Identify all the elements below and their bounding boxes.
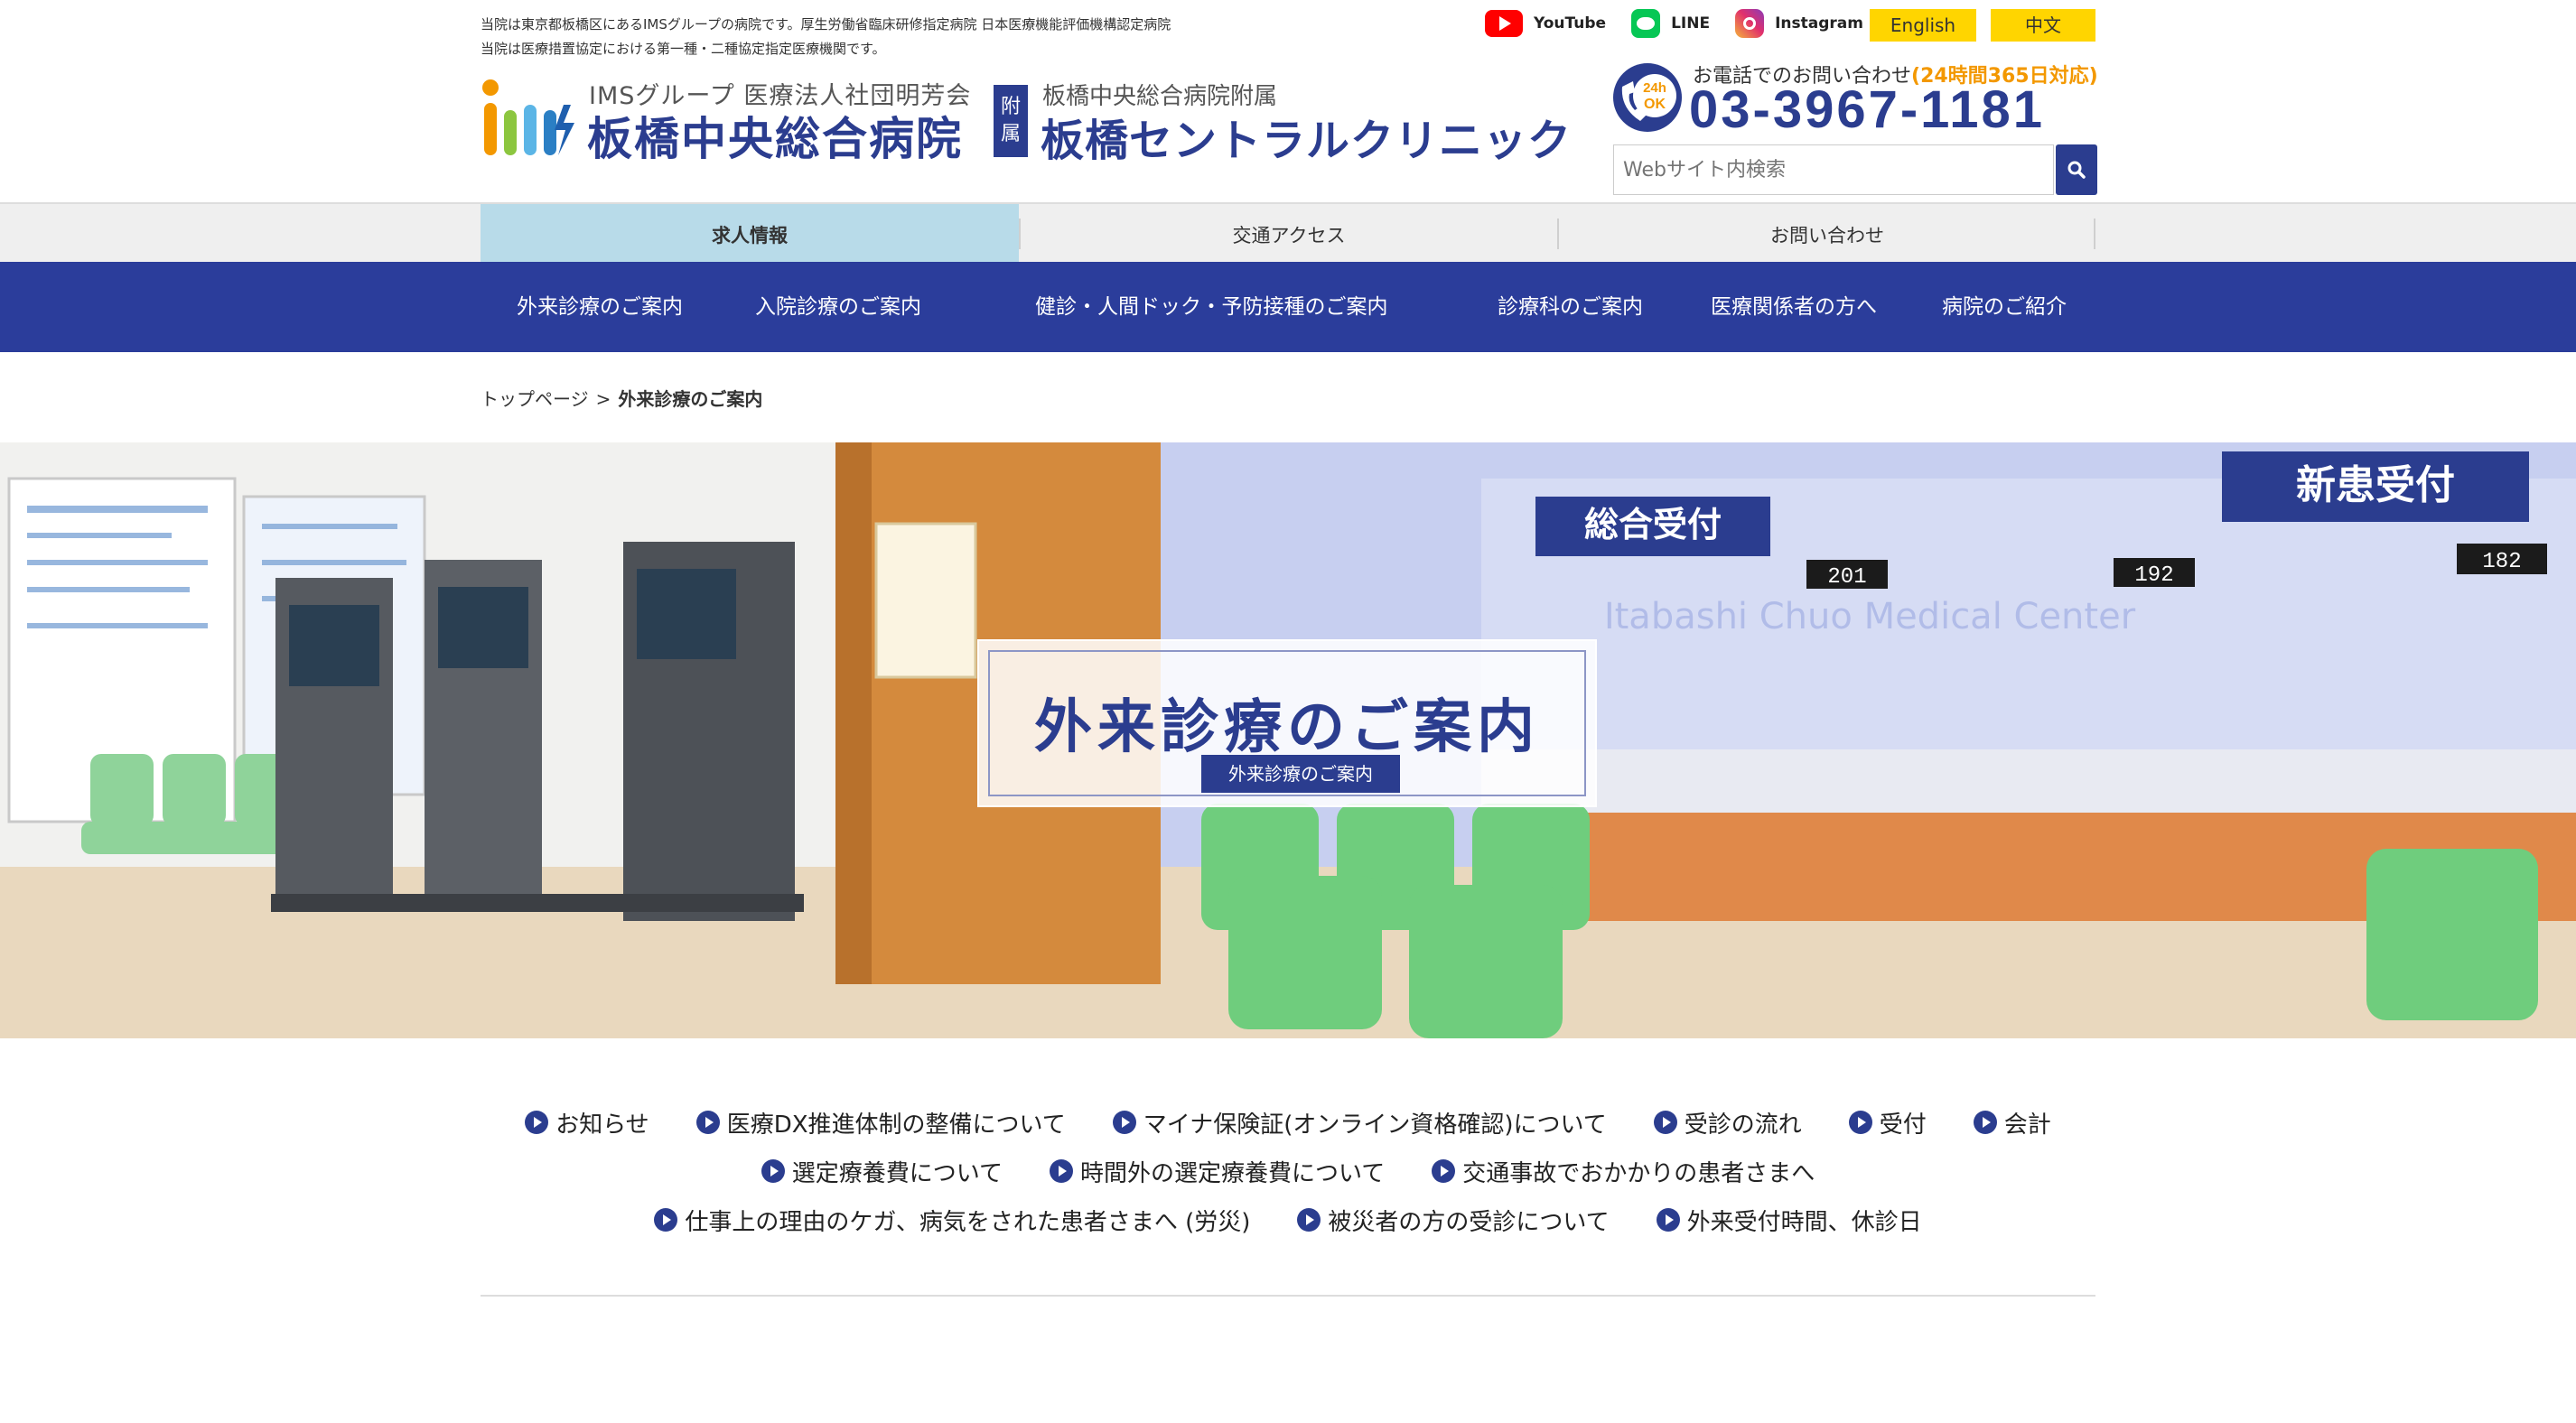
arrow-circle-icon xyxy=(761,1159,785,1183)
anchor-link-label: お知らせ xyxy=(555,1111,649,1139)
anchor-link-after-hours-fee[interactable]: 時間外の選定療養費について xyxy=(1049,1155,1386,1188)
hero-title-frame: 外来診療のご案内 外来診療のご案内 xyxy=(988,650,1586,796)
arrow-circle-icon xyxy=(1297,1208,1321,1232)
anchor-links-row-2: 選定療養費について 時間外の選定療養費について 交通事故でおかかりの患者さまへ xyxy=(481,1147,2095,1195)
arrow-circle-icon xyxy=(525,1111,549,1134)
line-icon xyxy=(1631,9,1661,38)
arrow-circle-icon xyxy=(1653,1111,1677,1134)
anchor-link-label: 受付 xyxy=(1879,1111,1927,1139)
page-title: 外来診療のご案内 xyxy=(1034,694,1540,761)
hero-counter-3: 182 xyxy=(2482,550,2521,574)
instagram-label: Instagram xyxy=(1775,14,1863,33)
breadcrumb-home-link[interactable]: トップページ xyxy=(481,388,589,410)
youtube-link[interactable]: YouTube xyxy=(1485,10,1606,37)
gnav-item-checkup[interactable]: 健診・人間ドック・予防接種のご案内 xyxy=(1035,262,1388,352)
phone-badge-top: 24h xyxy=(1643,80,1666,96)
anchor-link-workers-comp[interactable]: 仕事上の理由のケガ、病気をされた患者さまへ (労災) xyxy=(654,1204,1250,1237)
anchor-link-reception[interactable]: 受付 xyxy=(1848,1106,1927,1139)
arrow-circle-icon xyxy=(1656,1208,1680,1232)
anchor-link-label: 仕事上の理由のケガ、病気をされた患者さまへ (労災) xyxy=(685,1208,1251,1236)
anchor-link-medical-dx[interactable]: 医療DX推進体制の整備について xyxy=(695,1106,1066,1139)
instagram-icon xyxy=(1735,9,1765,38)
anchor-link-payment[interactable]: 会計 xyxy=(1973,1106,2051,1139)
breadcrumb: トップページ > 外来診療のご案内 xyxy=(481,385,762,411)
search-icon xyxy=(2067,161,2086,179)
anchor-link-my-number-card[interactable]: マイナ保険証(オンライン資格確認)について xyxy=(1112,1106,1607,1139)
anchor-link-label: 選定療養費について xyxy=(791,1159,1003,1187)
arrow-circle-icon xyxy=(654,1208,678,1232)
lang-english-button[interactable]: English xyxy=(1870,9,1976,42)
anchor-links-row-3: 仕事上の理由のケガ、病気をされた患者さまへ (労災) 被災者の方の受診について … xyxy=(481,1195,2095,1244)
gnav-item-inpatient[interactable]: 入院診療のご案内 xyxy=(755,262,921,352)
gnav-item-outpatient[interactable]: 外来診療のご案内 xyxy=(517,262,683,352)
arrow-circle-icon xyxy=(1049,1159,1073,1183)
section-divider xyxy=(481,1295,2095,1297)
search-button[interactable] xyxy=(2056,144,2097,195)
gnav-item-professionals[interactable]: 医療関係者の方へ xyxy=(1711,262,1877,352)
subnav-item-contact[interactable]: お問い合わせ xyxy=(1559,204,2095,264)
lang-chinese-button[interactable]: 中文 xyxy=(1991,9,2095,42)
line-label: LINE xyxy=(1671,14,1711,33)
site-search-input[interactable] xyxy=(1613,144,2054,195)
phone-badge-bottom: OK xyxy=(1644,97,1666,112)
hero-sign-new: 新患受付 xyxy=(2296,462,2455,508)
hero-counter-2: 192 xyxy=(2134,563,2173,588)
arrow-circle-icon xyxy=(1973,1111,1997,1134)
hero-sign-general: 総合受付 xyxy=(1584,505,1722,544)
anchor-link-label: 被災者の方の受診について xyxy=(1328,1208,1610,1236)
notice-line-1: 当院は東京都板橋区にあるIMSグループの病院です。厚生労働省臨床研修指定病院 日… xyxy=(481,16,1171,33)
arrow-circle-icon xyxy=(695,1111,720,1134)
anchor-link-label: 会計 xyxy=(2003,1111,2051,1139)
affiliated-badge: 附 属 xyxy=(994,85,1028,157)
hero-title-box: 外来診療のご案内 外来診療のご案内 xyxy=(977,639,1597,807)
subnav-item-recruit[interactable]: 求人情報 xyxy=(481,204,1019,264)
ims-logo-icon[interactable] xyxy=(481,78,576,159)
subnav-item-access[interactable]: 交通アクセス xyxy=(1021,204,1557,264)
instagram-link[interactable]: Instagram xyxy=(1735,9,1863,38)
gnav-item-departments[interactable]: 診療科のご案内 xyxy=(1498,262,1643,352)
arrow-circle-icon xyxy=(1848,1111,1872,1134)
anchor-link-selected-fee[interactable]: 選定療養費について xyxy=(761,1155,1003,1188)
hospital-name-logo[interactable]: 板橋中央総合病院 xyxy=(587,103,963,168)
anchor-link-hours-holidays[interactable]: 外来受付時間、休診日 xyxy=(1656,1204,1922,1237)
utility-nav: 求人情報 交通アクセス お問い合わせ xyxy=(0,202,2576,264)
anchor-link-label: 外来受付時間、休診日 xyxy=(1686,1208,1922,1236)
gnav-item-about[interactable]: 病院のご紹介 xyxy=(1942,262,2067,352)
breadcrumb-separator: > xyxy=(595,388,611,410)
breadcrumb-current: 外来診療のご案内 xyxy=(618,388,763,410)
arrow-circle-icon xyxy=(1112,1111,1136,1134)
anchor-link-label: 医療DX推進体制の整備について xyxy=(726,1111,1066,1139)
header-notice: 当院は東京都板橋区にあるIMSグループの病院です。厚生労働省臨床研修指定病院 日… xyxy=(481,13,1171,61)
phone-number[interactable]: 03-3967-1181 xyxy=(1689,79,2045,140)
anchor-link-label: 時間外の選定療養費について xyxy=(1079,1159,1386,1187)
affiliated-badge-char-1: 附 xyxy=(1000,96,1021,118)
notice-line-2: 当院は医療措置協定における第一種・二種協定指定医療機関です。 xyxy=(481,41,886,57)
global-nav: 外来診療のご案内 入院診療のご案内 健診・人間ドック・予防接種のご案内 診療科の… xyxy=(0,262,2576,352)
anchor-link-visit-flow[interactable]: 受診の流れ xyxy=(1653,1106,1802,1139)
anchor-link-traffic-accident[interactable]: 交通事故でおかかりの患者さまへ xyxy=(1432,1155,1815,1188)
page-subtitle-badge: 外来診療のご案内 xyxy=(1201,755,1400,793)
subnav-divider xyxy=(2094,219,2095,249)
anchor-link-label: 交通事故でおかかりの患者さまへ xyxy=(1462,1159,1815,1187)
phone-24h-icon: 24h OK xyxy=(1613,63,1682,132)
anchor-link-news[interactable]: お知らせ xyxy=(525,1106,649,1139)
youtube-icon xyxy=(1485,10,1523,37)
arrow-circle-icon xyxy=(1432,1159,1456,1183)
hero-counter-1: 201 xyxy=(1827,565,1866,590)
anchor-link-disaster-victims[interactable]: 被災者の方の受診について xyxy=(1297,1204,1610,1237)
hero-wall-text: Itabashi Chuo Medical Center xyxy=(1604,596,2136,637)
youtube-label: YouTube xyxy=(1534,14,1607,33)
anchor-links: お知らせ 医療DX推進体制の整備について マイナ保険証(オンライン資格確認)につ… xyxy=(481,1098,2095,1244)
anchor-link-label: 受診の流れ xyxy=(1684,1111,1802,1139)
affiliated-badge-char-2: 属 xyxy=(1000,123,1021,145)
anchor-links-row-1: お知らせ 医療DX推進体制の整備について マイナ保険証(オンライン資格確認)につ… xyxy=(481,1098,2095,1147)
line-link[interactable]: LINE xyxy=(1631,9,1710,38)
sns-links: YouTube LINE Instagram xyxy=(1485,9,1863,38)
anchor-link-label: マイナ保険証(オンライン資格確認)について xyxy=(1143,1111,1607,1139)
clinic-name-logo[interactable]: 板橋セントラルクリニック xyxy=(1041,105,1572,168)
